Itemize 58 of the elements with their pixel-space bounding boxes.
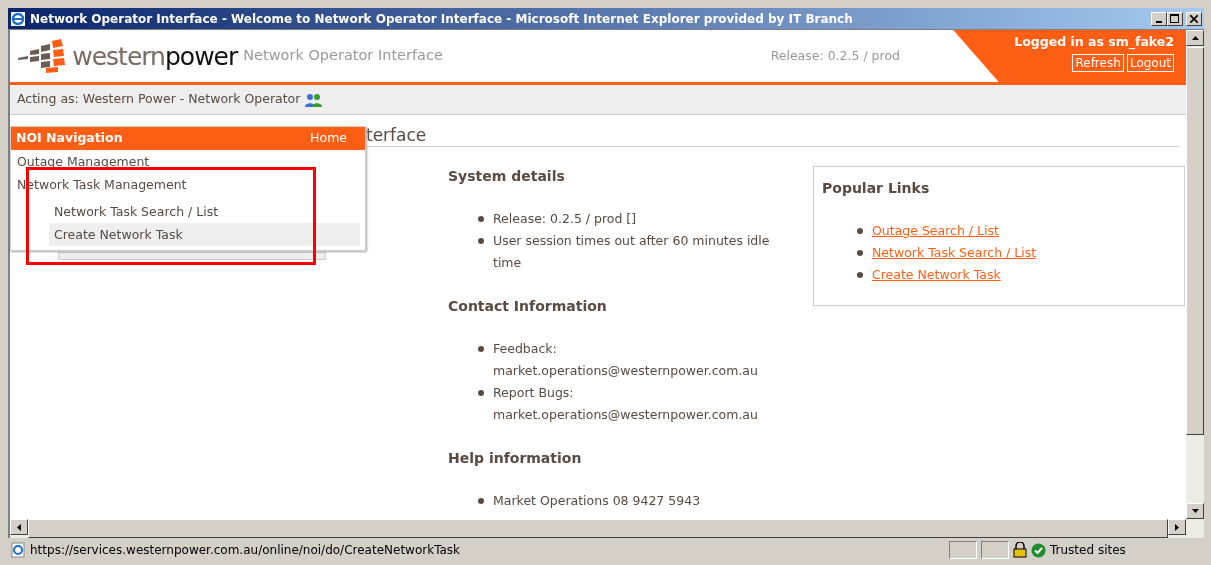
status-url: https://services.westernpower.com.au/online/noi/do/CreateNetworkTask [30, 542, 462, 559]
bullet-icon [857, 250, 863, 256]
section-title: Popular Links [822, 179, 931, 198]
page-icon [10, 542, 26, 558]
bullet-icon [478, 238, 484, 244]
bullet-icon [478, 216, 484, 222]
info-item: Market Operations 08 9427 5943 [493, 492, 701, 510]
scroll-down-button[interactable] [1186, 503, 1204, 519]
header-button[interactable]: Refresh [1072, 54, 1124, 73]
info-item: Feedback: market.operations@westernpower.com.au [493, 340, 759, 380]
section-title: System details [448, 167, 566, 186]
scroll-thumb[interactable] [1186, 47, 1204, 435]
right-arrow-icon [1175, 523, 1179, 531]
user-label: Logged in as sm_fake2 [1014, 32, 1174, 52]
up-arrow-icon [1191, 36, 1199, 40]
maximize-icon [1170, 14, 1180, 23]
bullet-icon [478, 390, 484, 396]
left-arrow-icon [17, 523, 21, 531]
popular-link[interactable]: Create Network Task [872, 264, 1001, 286]
bullet-icon [857, 228, 863, 234]
info-item: Release: 0.2.5 / prod [] [493, 210, 637, 228]
lock-icon [1013, 542, 1027, 558]
release-label: Release: 0.2.5 / prod [770, 46, 900, 65]
acting-as-label: Acting as: Western Power - Network Operator [17, 90, 301, 109]
check-icon [1031, 542, 1046, 558]
down-arrow-icon [1191, 509, 1199, 513]
status-panel [981, 541, 1009, 559]
vertical-scrollbar[interactable] [1186, 30, 1204, 519]
security-zone: Trusted sites [1050, 542, 1126, 559]
header-button[interactable]: Logout [1126, 54, 1174, 73]
popular-link[interactable]: Outage Search / List [872, 220, 999, 242]
section-title: Contact Information [448, 297, 608, 316]
logo-wordmark: westernpower [72, 43, 238, 69]
scroll-up-button[interactable] [1186, 30, 1204, 46]
window-title: Network Operator Interface - Welcome to Network Operator Interface - Microsoft Internet Explorer provided by IT Branch [30, 10, 854, 28]
browser-icon [10, 10, 26, 27]
bullet-icon [478, 346, 484, 352]
info-item: User session times out after 60 minutes idle time [493, 232, 771, 272]
popular-link[interactable]: Network Task Search / List [872, 242, 1037, 264]
status-panel [949, 541, 977, 559]
bullet-icon [857, 272, 863, 278]
minimize-button[interactable] [1150, 11, 1167, 26]
submenu-item[interactable]: Network Task Search / List [49, 200, 360, 223]
bullet-icon [478, 498, 484, 504]
scroll-left-button[interactable] [10, 519, 28, 535]
scroll-right-button[interactable] [1168, 519, 1186, 535]
info-item: Report Bugs: market.operations@westernpower.com.au [493, 384, 759, 424]
home-link[interactable]: Home [310, 129, 347, 148]
page-heading: terface [366, 124, 1179, 147]
menu-item[interactable]: Outage Management [11, 150, 365, 173]
close-icon [1190, 14, 1198, 23]
app-name: Network Operator Interface [243, 46, 443, 66]
users-icon [304, 92, 325, 107]
close-button[interactable] [1186, 11, 1202, 26]
section-title: Help information [448, 449, 583, 468]
submenu-item[interactable]: Create Network Task [49, 223, 360, 246]
menu-title: NOI Navigation [16, 129, 124, 148]
minimize-icon [1155, 20, 1162, 23]
